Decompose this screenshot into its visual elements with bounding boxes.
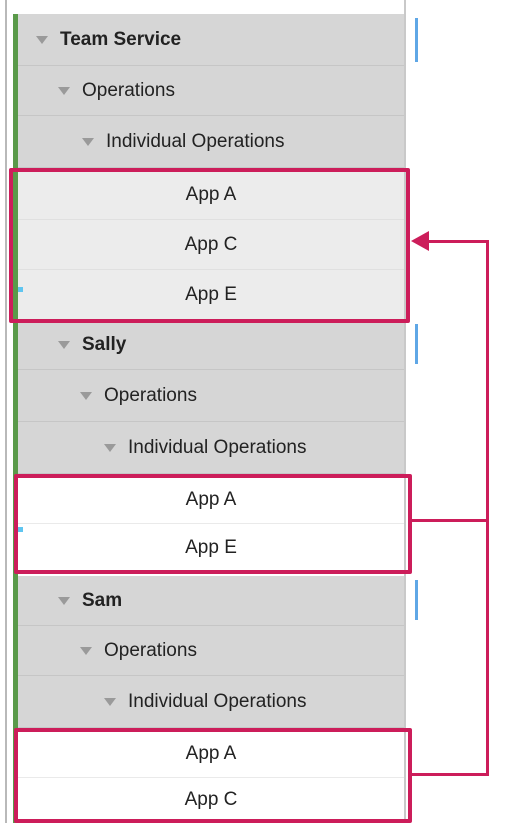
expand-triangle-icon[interactable] (58, 596, 70, 605)
highlight-box-team-service-apps (9, 168, 410, 323)
expand-triangle-icon[interactable] (58, 340, 70, 349)
panel-left-border (5, 0, 7, 823)
team-tree-panel: Team Service Operations Individual Opera… (0, 0, 418, 823)
expand-triangle-icon[interactable] (80, 391, 92, 400)
arrow-left-icon (411, 231, 429, 251)
expand-triangle-icon[interactable] (82, 137, 94, 146)
tree-node-operations[interactable]: Operations (18, 626, 404, 676)
expand-triangle-icon[interactable] (36, 35, 48, 44)
group-name: Team Service (60, 28, 182, 50)
operations-label: Operations (104, 384, 197, 406)
tree-node-team-service[interactable]: Team Service (18, 14, 404, 66)
tree-node-individual-operations[interactable]: Individual Operations (18, 676, 404, 728)
operations-label: Operations (104, 639, 197, 661)
expand-triangle-icon[interactable] (104, 443, 116, 452)
tree-node-sam[interactable]: Sam (18, 576, 404, 626)
tree-node-individual-operations[interactable]: Individual Operations (18, 116, 404, 168)
group-name: Sally (82, 333, 127, 355)
connector-line (412, 773, 489, 776)
connector-line (486, 240, 489, 776)
individual-operations-label: Individual Operations (106, 130, 285, 152)
expand-triangle-icon[interactable] (104, 697, 116, 706)
highlight-box-sam-apps (14, 728, 412, 823)
expand-triangle-icon[interactable] (80, 646, 92, 655)
individual-operations-label: Individual Operations (128, 690, 307, 712)
operations-label: Operations (82, 79, 175, 101)
scroll-marker (415, 18, 418, 62)
tree-node-individual-operations[interactable]: Individual Operations (18, 422, 404, 474)
scroll-marker (415, 580, 418, 620)
tree-node-sally[interactable]: Sally (18, 320, 404, 370)
individual-operations-label: Individual Operations (128, 436, 307, 458)
expand-triangle-icon[interactable] (58, 86, 70, 95)
scroll-marker (415, 324, 418, 364)
tree-node-operations[interactable]: Operations (18, 370, 404, 422)
panel-right-border (404, 0, 406, 823)
connector-line (428, 240, 489, 243)
tree-node-operations[interactable]: Operations (18, 66, 404, 116)
group-name: Sam (82, 589, 123, 611)
highlight-box-sally-apps (14, 474, 412, 574)
connector-line (412, 519, 489, 522)
